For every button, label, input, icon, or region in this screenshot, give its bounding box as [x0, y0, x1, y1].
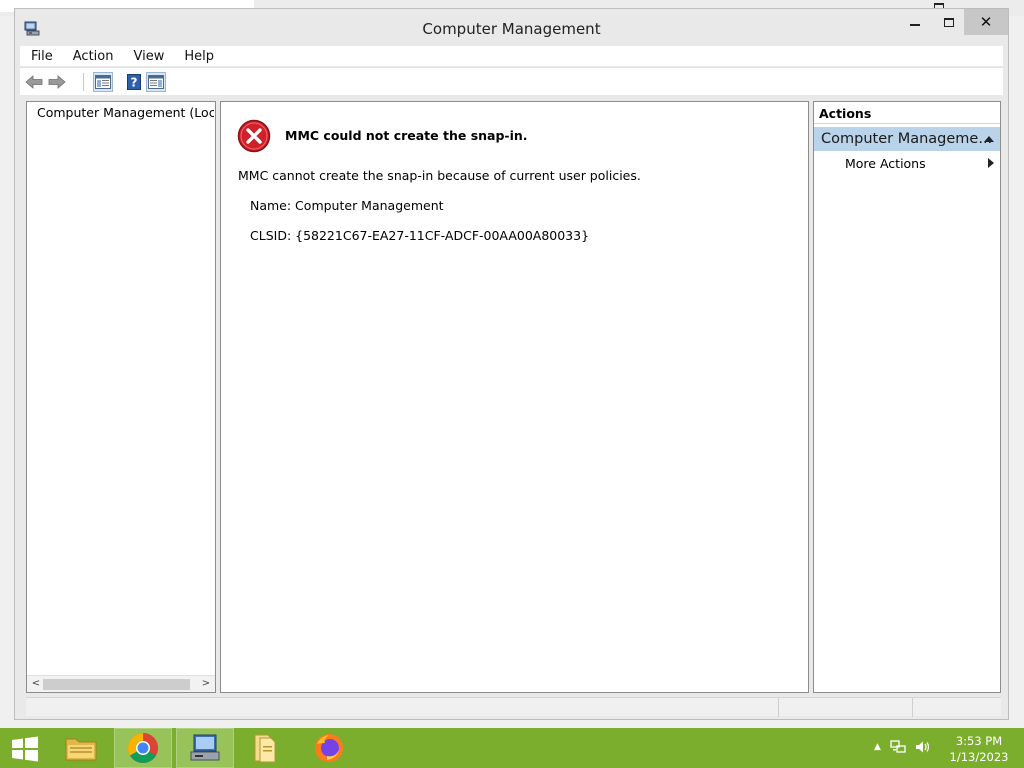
collapse-up-icon[interactable]	[984, 136, 994, 142]
help-icon: ?	[127, 74, 141, 90]
tree-item-label: Computer Management (Local	[37, 105, 214, 120]
console-tree-icon	[95, 75, 111, 89]
firefox-icon	[315, 734, 343, 762]
taskbar-file-explorer[interactable]	[52, 728, 110, 768]
title-bar[interactable]: Computer Management ✕	[15, 9, 1008, 44]
status-divider	[778, 698, 779, 717]
more-actions-item[interactable]: More Actions	[814, 153, 1000, 173]
folder-icon	[65, 738, 97, 761]
chevron-right-icon	[988, 158, 994, 168]
menu-file[interactable]: File	[20, 49, 61, 64]
volume-icon[interactable]	[915, 740, 931, 754]
menu-bar: File Action View Help	[20, 46, 1003, 66]
status-divider	[912, 698, 913, 717]
actions-header: Actions	[814, 102, 1000, 124]
windows-start-icon[interactable]	[10, 736, 40, 762]
tree-horizontal-scrollbar[interactable]: < >	[27, 675, 215, 692]
show-hide-console-tree-button[interactable]	[93, 72, 113, 92]
close-icon: ✕	[979, 13, 993, 31]
desktop: Computer Management ✕ File Action View H…	[0, 0, 1024, 728]
taskbar-computer-management[interactable]	[176, 728, 234, 768]
computer-management-icon	[190, 734, 220, 761]
system-tray: ▲	[874, 740, 931, 754]
minimize-button[interactable]	[898, 9, 932, 35]
error-title: MMC could not create the snap-in.	[285, 128, 528, 143]
menu-action[interactable]: Action	[61, 49, 122, 64]
help-button[interactable]: ?	[124, 72, 144, 92]
tree-item-computer-management[interactable]: Computer Management (Local	[31, 105, 214, 120]
documents-icon	[254, 734, 276, 763]
taskbar: ▲ 3:53 PM 1/13/2023	[0, 728, 1024, 768]
clock-time: 3:53 PM	[955, 734, 1003, 748]
close-button[interactable]: ✕	[964, 9, 1008, 35]
show-hide-action-pane-button[interactable]	[146, 72, 166, 92]
computer-management-window: Computer Management ✕ File Action View H…	[14, 8, 1009, 720]
error-snapin-name: Name: Computer Management	[250, 198, 444, 213]
taskbar-clock[interactable]: 3:53 PM 1/13/2023	[946, 733, 1012, 765]
more-actions-label: More Actions	[845, 155, 926, 171]
chrome-icon	[127, 733, 159, 764]
error-clsid: CLSID: {58221C67-EA27-11CF-ADCF-00AA00A8…	[250, 228, 590, 243]
taskbar-chrome[interactable]	[114, 728, 172, 768]
menu-view[interactable]: View	[121, 49, 172, 64]
forward-button[interactable]	[47, 72, 67, 92]
window-title: Computer Management	[422, 20, 601, 38]
console-tree-pane: Computer Management (Local < >	[26, 101, 216, 693]
error-message: MMC cannot create the snap-in because of…	[238, 168, 641, 183]
arrow-left-icon	[25, 75, 43, 89]
actions-section-label: Computer Manageme...	[821, 131, 993, 147]
taskbar-documents[interactable]	[236, 728, 294, 768]
scroll-left-icon[interactable]: <	[29, 678, 43, 690]
error-icon	[237, 119, 271, 153]
scroll-right-icon[interactable]: >	[199, 678, 213, 690]
menu-help[interactable]: Help	[172, 49, 222, 64]
show-hidden-icons-chevron-up-icon[interactable]: ▲	[874, 742, 881, 752]
maximize-button[interactable]	[932, 9, 966, 35]
result-pane: MMC could not create the snap-in. MMC ca…	[220, 101, 809, 693]
maximize-icon	[944, 17, 954, 27]
action-pane-icon	[148, 75, 164, 89]
actions-pane: Actions Computer Manageme... More Action…	[813, 101, 1001, 693]
back-button[interactable]	[24, 72, 44, 92]
status-bar	[26, 697, 1001, 717]
actions-section-computer-management[interactable]: Computer Manageme...	[814, 127, 1000, 151]
toolbar-separator	[83, 73, 84, 91]
svg-text:?: ?	[131, 76, 138, 90]
scrollbar-thumb[interactable]	[43, 679, 190, 690]
toolbar: ?	[20, 67, 1003, 95]
network-icon[interactable]	[890, 740, 906, 754]
arrow-right-icon	[48, 75, 66, 89]
clock-date: 1/13/2023	[949, 750, 1009, 764]
taskbar-firefox[interactable]	[300, 728, 358, 768]
minimize-icon	[910, 24, 920, 26]
